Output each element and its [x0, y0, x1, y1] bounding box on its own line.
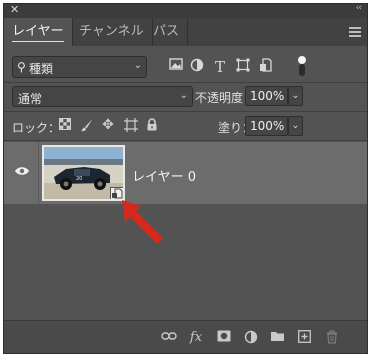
blend-mode-select[interactable]: 通常 ⌄ — [12, 86, 193, 107]
lock-label: ロック： — [12, 121, 61, 135]
fill-value: 100% — [250, 119, 285, 133]
new-fill-adjustment-icon[interactable] — [242, 330, 260, 346]
link-layers-icon[interactable] — [160, 330, 178, 346]
svg-text:20: 20 — [76, 176, 82, 182]
smart-object-filter-icon[interactable] — [257, 58, 275, 76]
smart-object-badge-icon — [110, 187, 123, 199]
search-icon: ⚲ — [17, 60, 26, 74]
divider — [4, 111, 367, 112]
fill-dropdown[interactable]: ⌄ — [288, 116, 303, 136]
chevron-down-icon: ⌄ — [179, 90, 188, 101]
opacity-dropdown[interactable]: ⌄ — [288, 86, 303, 106]
lock-position-icon[interactable]: ✥ — [101, 118, 115, 132]
tab-paths[interactable]: パス — [145, 18, 189, 46]
panel-tab-bar: レイヤー チャンネル パス — [4, 18, 367, 46]
filter-toggle-icon[interactable] — [298, 56, 306, 64]
divider — [4, 140, 367, 141]
tab-active-indicator — [12, 41, 64, 42]
close-icon[interactable]: ✕ — [10, 3, 19, 16]
filter-kind-select[interactable]: ⚲ 種類 ⌄ — [12, 56, 147, 78]
panel-titlebar: ✕ ‹‹ — [4, 3, 367, 18]
tab-channels[interactable]: チャンネル — [71, 18, 153, 46]
new-group-icon[interactable] — [268, 330, 286, 346]
layer-thumbnail[interactable]: 20 — [42, 145, 125, 201]
layer-filter-row: ⚲ 種類 ⌄ T — [12, 56, 362, 78]
layers-panel: ✕ ‹‹ レイヤー チャンネル パス ⚲ 種類 ⌄ T 通常 ⌄ 不透明度： 1… — [3, 3, 368, 354]
opacity-value: 100% — [250, 89, 285, 103]
tab-label: パス — [153, 24, 180, 39]
blend-mode-value: 通常 — [18, 92, 43, 106]
hamburger-menu-icon[interactable] — [349, 27, 361, 37]
chevron-down-icon: ⌄ — [291, 120, 300, 131]
image-filter-icon[interactable] — [167, 58, 185, 76]
adjustment-filter-icon[interactable] — [188, 58, 206, 76]
fill-field[interactable]: 100% — [245, 116, 288, 136]
lock-image-pixels-icon[interactable] — [80, 118, 94, 132]
type-filter-icon[interactable]: T — [211, 58, 229, 76]
tab-label: レイヤー — [12, 24, 64, 39]
new-layer-icon[interactable] — [295, 330, 313, 346]
lock-transparent-pixels-icon[interactable] — [58, 118, 72, 132]
filter-toggle-track — [299, 64, 305, 76]
panel-footer: fx — [4, 320, 367, 353]
layer-row[interactable]: 20 レイヤー 0 — [4, 142, 367, 204]
chevron-down-icon: ⌄ — [291, 90, 300, 101]
divider — [38, 142, 39, 204]
layer-name[interactable]: レイヤー 0 — [132, 166, 196, 185]
visibility-eye-icon[interactable] — [14, 164, 30, 180]
lock-artboard-icon[interactable] — [124, 118, 138, 132]
chevron-down-icon: ⌄ — [133, 60, 142, 71]
filter-kind-label: 種類 — [29, 62, 54, 76]
shape-filter-icon[interactable] — [234, 58, 252, 76]
tab-layers[interactable]: レイヤー — [4, 18, 73, 46]
collapse-panel-icon[interactable]: ‹‹ — [356, 3, 362, 13]
lock-all-icon[interactable] — [145, 118, 159, 132]
delete-layer-icon[interactable] — [323, 330, 341, 346]
opacity-field[interactable]: 100% — [245, 86, 288, 106]
add-mask-icon[interactable] — [215, 330, 233, 346]
tab-label: チャンネル — [79, 24, 144, 39]
fx-icon[interactable]: fx — [187, 330, 205, 346]
divider — [4, 82, 367, 83]
